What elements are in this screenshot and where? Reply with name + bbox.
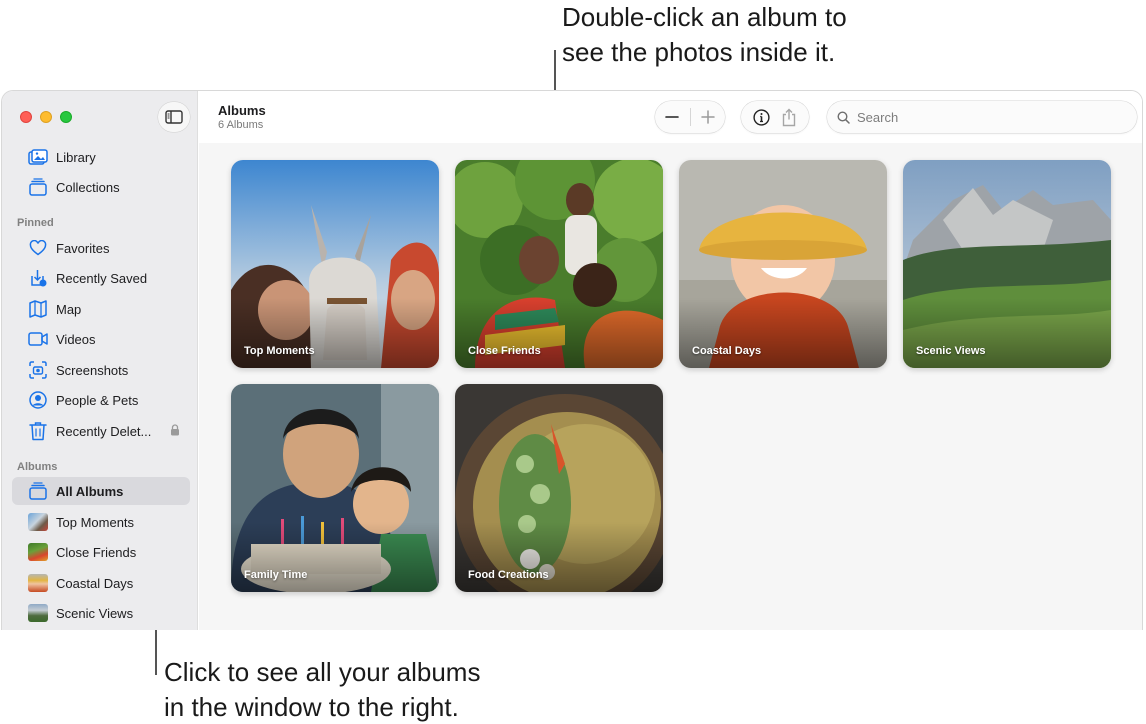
album-shade — [231, 298, 439, 368]
sidebar: Library Collections Pinned Favorites Rec… — [2, 91, 198, 630]
album-shade — [231, 522, 439, 592]
callout-bottom-line2: in the window to the right. — [164, 692, 459, 722]
search-input[interactable] — [857, 109, 1117, 125]
album-shade — [679, 298, 887, 368]
info-share-group — [741, 101, 809, 133]
sidebar-item-favorites[interactable]: Favorites — [12, 234, 190, 262]
share-button[interactable] — [781, 108, 797, 127]
album-card-family-time[interactable]: Family Time — [231, 384, 439, 592]
album-card-close-friends[interactable]: Close Friends — [455, 160, 663, 368]
sidebar-item-library[interactable]: Library — [12, 143, 190, 171]
album-card-coastal-days[interactable]: Coastal Days — [679, 160, 887, 368]
sidebar-item-coastal-days[interactable]: Coastal Days — [12, 569, 190, 597]
photos-window: Library Collections Pinned Favorites Rec… — [1, 90, 1143, 630]
sidebar-item-label: Close Friends — [56, 544, 137, 560]
album-shade — [455, 298, 663, 368]
sidebar-item-recently-deleted[interactable]: Recently Delet... — [12, 417, 190, 445]
person-icon — [28, 391, 48, 409]
sidebar-item-close-friends[interactable]: Close Friends — [12, 538, 190, 566]
minimize-window-button[interactable] — [40, 111, 52, 123]
callout-double-click: Double-click an album to see the photos … — [562, 0, 982, 70]
callout-all-albums: Click to see all your albums in the wind… — [164, 655, 584, 724]
info-button[interactable] — [753, 108, 770, 126]
zoom-in-button[interactable] — [690, 101, 725, 133]
sidebar-item-videos[interactable]: Videos — [12, 325, 190, 353]
video-icon — [28, 330, 48, 348]
heart-icon — [28, 239, 48, 257]
screenshot-icon — [28, 361, 48, 379]
sidebar-item-label: Library — [56, 149, 96, 165]
search-icon — [837, 110, 850, 124]
sidebar-item-label: Screenshots — [56, 362, 129, 378]
lock-icon — [170, 424, 180, 439]
sidebar-item-label: Map — [56, 301, 82, 317]
trash-icon — [28, 422, 48, 441]
plus-icon — [700, 110, 715, 124]
section-label-albums: Albums — [17, 461, 58, 473]
sidebar-toggle-icon — [165, 110, 183, 124]
album-title: Coastal Days — [692, 345, 762, 357]
album-card-scenic-views[interactable]: Scenic Views — [903, 160, 1111, 368]
main-content: Albums 6 Albums Search Top Moments Close… — [199, 91, 1142, 630]
album-shade — [903, 298, 1111, 368]
sidebar-item-scenic-views[interactable]: Scenic Views — [12, 599, 190, 627]
sidebar-item-label: Recently Saved — [56, 270, 148, 286]
sidebar-item-collections[interactable]: Collections — [12, 173, 190, 201]
library-icon — [28, 148, 48, 166]
sidebar-item-screenshots[interactable]: Screenshots — [12, 356, 190, 384]
albums-stack-icon — [28, 482, 48, 500]
sidebar-item-label: Favorites — [56, 240, 110, 256]
sidebar-item-label: Scenic Views — [56, 605, 134, 621]
sidebar-item-top-moments[interactable]: Top Moments — [12, 508, 190, 536]
sidebar-item-label: Top Moments — [56, 514, 135, 530]
sidebar-toggle-button[interactable] — [158, 102, 190, 132]
map-icon — [28, 300, 48, 318]
album-card-top-moments[interactable]: Top Moments — [231, 160, 439, 368]
window-controls — [20, 111, 72, 123]
zoom-control — [655, 101, 725, 133]
callout-top-line2: see the photos inside it. — [562, 37, 836, 67]
album-title: Close Friends — [468, 345, 541, 357]
album-thumbnail — [28, 543, 48, 561]
recently-saved-icon — [28, 269, 48, 287]
callout-top-line1: Double-click an album to — [562, 2, 847, 32]
toolbar: Albums 6 Albums — [199, 91, 1142, 143]
sidebar-item-people-pets[interactable]: People & Pets — [12, 386, 190, 414]
sidebar-item-label: Coastal Days — [56, 575, 134, 591]
sidebar-item-label: Recently Delet... — [56, 423, 152, 439]
album-title: Family Time — [244, 569, 308, 581]
album-card-food-creations[interactable]: Food Creations — [455, 384, 663, 592]
sidebar-item-label: Collections — [56, 179, 120, 195]
sidebar-item-map[interactable]: Map — [12, 295, 190, 323]
sidebar-item-label: Videos — [56, 331, 96, 347]
sidebar-item-label: All Albums — [56, 483, 124, 499]
sidebar-item-recently-saved[interactable]: Recently Saved — [12, 264, 190, 292]
album-thumbnail — [28, 604, 48, 622]
page-title: Albums — [218, 103, 266, 118]
album-shade — [455, 522, 663, 592]
zoom-out-button[interactable] — [655, 101, 690, 133]
sidebar-item-all-albums[interactable]: All Albums — [12, 477, 190, 505]
close-window-button[interactable] — [20, 111, 32, 123]
album-thumbnail — [28, 574, 48, 592]
zoom-window-button[interactable] — [60, 111, 72, 123]
info-icon — [753, 108, 770, 126]
search-field[interactable] — [827, 101, 1137, 133]
minus-icon — [665, 116, 680, 118]
sidebar-item-label: People & Pets — [56, 392, 139, 408]
callout-bottom-line1: Click to see all your albums — [164, 657, 481, 687]
album-thumbnail — [28, 513, 48, 531]
share-icon — [783, 108, 796, 126]
album-title: Top Moments — [244, 345, 315, 357]
section-label-pinned: Pinned — [17, 217, 54, 229]
collections-icon — [28, 178, 48, 196]
album-title: Food Creations — [468, 569, 549, 581]
album-title: Scenic Views — [916, 345, 986, 357]
album-count: 6 Albums — [218, 119, 264, 131]
